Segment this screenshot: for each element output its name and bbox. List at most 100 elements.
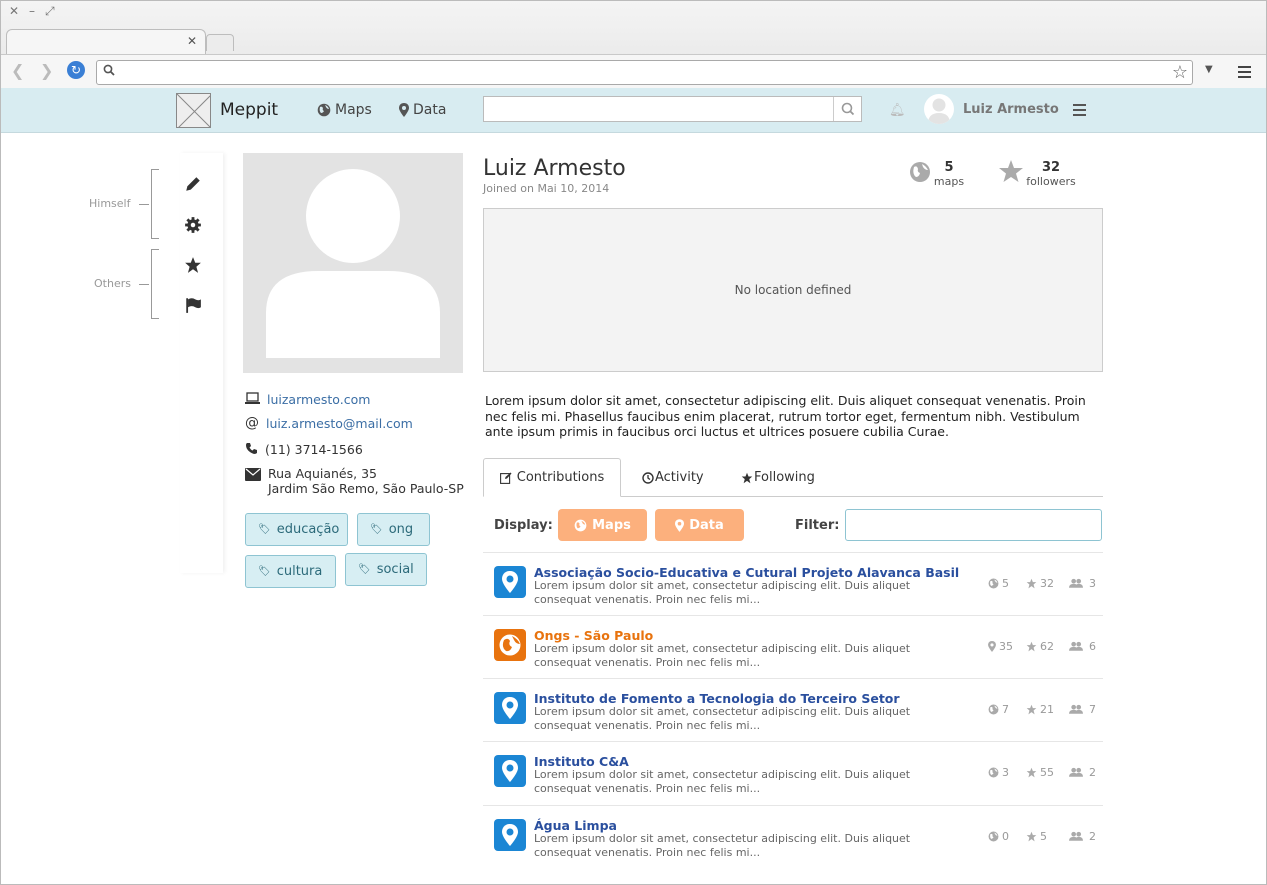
maximize-window-icon[interactable]: ⤢ (45, 4, 55, 19)
header-user-name[interactable]: Luiz Armesto (963, 102, 1059, 117)
item-stat-maps: 7 (988, 703, 1009, 716)
item-stat-stars: 32 (1026, 577, 1054, 590)
brand-name[interactable]: Meppit (220, 100, 278, 120)
item-stat-stars: 55 (1026, 766, 1054, 779)
item-stat-stars: 5 (1026, 830, 1047, 843)
new-tab-button[interactable] (206, 34, 234, 51)
display-data-button[interactable]: Data (655, 509, 744, 541)
browser-chrome: ✕ – ⤢ ✕ ❮ ❯ ↻ ☆ ▼ (0, 0, 1267, 88)
users-icon (1069, 704, 1083, 714)
item-stat-stars-value: 55 (1040, 766, 1054, 779)
close-window-icon[interactable]: ✕ (9, 4, 19, 18)
address-line1: Rua Aquianés, 35 (268, 466, 377, 481)
tab-activity[interactable]: Activity (642, 458, 704, 497)
map-pin-icon (399, 103, 409, 117)
star-icon (1026, 641, 1037, 652)
item-stat-stars: 62 (1026, 640, 1054, 653)
list-item[interactable]: Instituto de Fomento a Tecnologia do Ter… (483, 678, 1103, 741)
list-item[interactable]: Instituto C&A Lorem ipsum dolor sit amet,… (483, 741, 1103, 804)
reload-icon[interactable]: ↻ (67, 61, 85, 79)
item-stat-maps-value: 0 (1002, 830, 1009, 843)
tag-cultura[interactable]: 🏷︎ cultura (245, 555, 336, 588)
maps-stat[interactable]: 5 maps (933, 160, 965, 188)
users-icon (1069, 831, 1083, 841)
browser-tab[interactable]: ✕ (6, 29, 206, 55)
item-stat-maps: 5 (988, 577, 1009, 590)
item-desc: Lorem ipsum dolor sit amet, consectetur … (534, 705, 911, 732)
list-item[interactable]: Ongs - São Paulo Lorem ipsum dolor sit am… (483, 615, 1103, 678)
tag-social[interactable]: 🏷︎ social (345, 553, 427, 586)
edit-icon (499, 472, 512, 484)
item-stat-users-value: 2 (1089, 830, 1096, 843)
notification-bell-icon[interactable]: 🔔︎ (889, 103, 906, 118)
item-stat-stars-value: 62 (1040, 640, 1054, 653)
minimize-window-icon[interactable]: – (29, 4, 35, 18)
map-pin-icon (675, 518, 685, 532)
item-title[interactable]: Instituto C&A (534, 754, 629, 769)
followers-count: 32 (1041, 160, 1061, 175)
star-icon (1026, 831, 1037, 842)
star-icon[interactable] (184, 256, 202, 274)
followers-stat[interactable]: 32 followers (1025, 160, 1077, 188)
browser-toolbar: ❮ ❯ ↻ ☆ ▼ (0, 54, 1267, 88)
bracket-others (151, 249, 159, 319)
pencil-icon[interactable] (184, 175, 202, 193)
list-item[interactable]: Água Limpa Lorem ipsum dolor sit amet, co… (483, 805, 1103, 868)
email-row: @ luiz.armesto@mail.com (245, 416, 413, 431)
logo-placeholder-icon[interactable] (176, 93, 211, 128)
site-search-button[interactable] (833, 97, 861, 121)
gear-icon[interactable] (184, 216, 202, 234)
dropdown-arrow-icon[interactable]: ▼ (1205, 64, 1213, 75)
bookmark-star-icon[interactable]: ☆ (1172, 62, 1188, 83)
website-link[interactable]: luizarmesto.com (267, 392, 370, 407)
app-menu-icon[interactable] (1073, 104, 1086, 119)
item-title[interactable]: Água Limpa (534, 818, 617, 833)
site-search-input[interactable] (483, 96, 862, 122)
at-sign-icon: @ (245, 415, 259, 431)
browser-menu-icon[interactable] (1238, 66, 1251, 81)
email-link[interactable]: luiz.armesto@mail.com (266, 416, 413, 431)
data-pin-icon (494, 755, 526, 787)
item-title[interactable]: Associação Socio-Educativa e Cutural Pro… (534, 565, 959, 580)
filter-input[interactable] (845, 509, 1102, 541)
tag-label: ong (388, 522, 414, 537)
display-maps-button[interactable]: Maps (558, 509, 647, 541)
nav-maps-link[interactable]: Maps (317, 102, 372, 118)
display-label: Display: (494, 518, 553, 533)
tab-contributions-label: Contributions (516, 470, 605, 485)
item-title[interactable]: Instituto de Fomento a Tecnologia do Ter… (534, 691, 900, 706)
map-pin-icon (988, 641, 996, 652)
item-stat-maps: 0 (988, 830, 1009, 843)
globe-icon (988, 578, 999, 589)
tab-contributions[interactable]: Contributions (483, 458, 621, 497)
back-icon[interactable]: ❮ (11, 61, 24, 80)
tag-educacao[interactable]: 🏷︎ educação (245, 513, 348, 546)
nav-data-label: Data (413, 102, 447, 118)
item-title[interactable]: Ongs - São Paulo (534, 628, 653, 643)
phone-number: (11) 3714-1566 (265, 442, 363, 457)
search-icon (103, 64, 115, 76)
star-icon (1026, 704, 1037, 715)
item-stat-stars-value: 32 (1040, 577, 1054, 590)
forward-icon[interactable]: ❯ (40, 61, 53, 80)
list-item[interactable]: Associação Socio-Educativa e Cutural Pro… (483, 552, 1103, 615)
item-desc: Lorem ipsum dolor sit amet, consectetur … (534, 768, 911, 795)
tag-icon: 🏷︎ (358, 564, 371, 575)
tab-following-label: Following (754, 470, 815, 485)
address-bar[interactable]: ☆ (96, 60, 1193, 85)
tab-following[interactable]: Following (741, 458, 815, 497)
tab-close-icon[interactable]: ✕ (187, 34, 197, 48)
tag-label: educação (276, 522, 340, 537)
star-icon (1026, 578, 1037, 589)
item-stat-users-value: 6 (1089, 640, 1096, 653)
user-avatar[interactable] (924, 94, 954, 124)
bracket-himself (151, 169, 159, 239)
tag-ong[interactable]: 🏷︎ ong (357, 513, 430, 546)
nav-data-link[interactable]: Data (399, 102, 446, 118)
data-pin-icon (494, 819, 526, 851)
data-pin-icon (494, 692, 526, 724)
address-line2: Jardim São Remo, São Paulo-SP (268, 481, 464, 496)
maps-label: maps (933, 175, 965, 188)
nav-maps-label: Maps (335, 102, 372, 118)
flag-icon[interactable] (184, 296, 202, 314)
